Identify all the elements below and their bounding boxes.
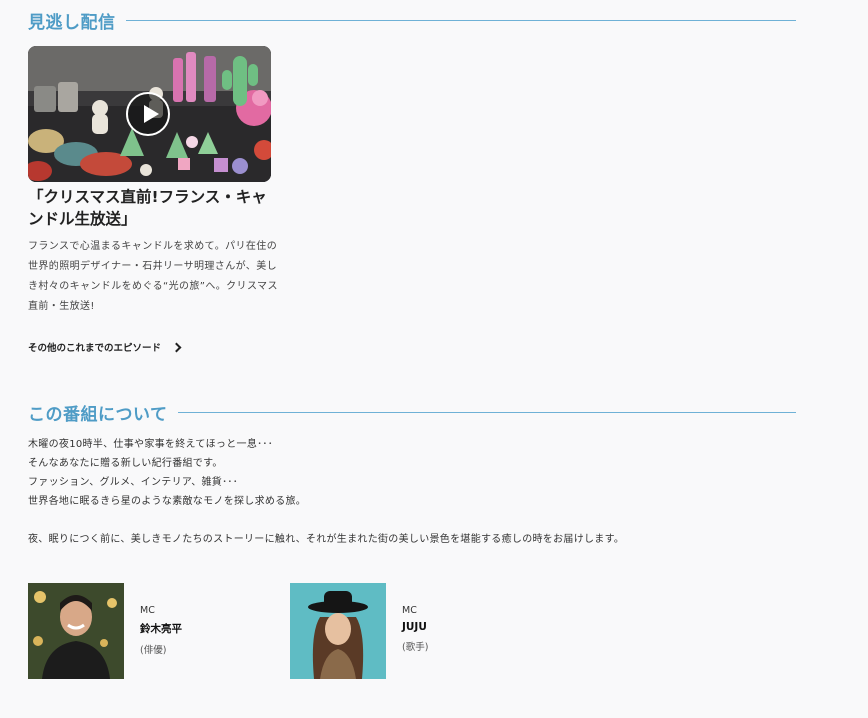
cast-name: JUJU <box>402 621 427 633</box>
episode-title[interactable]: 「クリスマス直前!フランス・キャンドル生放送」 <box>28 186 278 230</box>
heading-divider <box>177 412 796 413</box>
missed-section-heading: 見逃し配信 <box>28 8 796 33</box>
chevron-right-icon <box>171 342 182 353</box>
about-closing: 夜、眠りにつく前に、美しきモノたちのストーリーに触れ、それが生まれた街の美しい景… <box>28 534 625 545</box>
program-page: 見逃し配信 「クリスマス直前!フランス・キャンドル生放送」 フランスで心温まるキ… <box>0 0 868 718</box>
about-line: 木曜の夜10時半、仕事や家事を終えてほっと一息･･･ <box>28 439 274 450</box>
missed-section-title: 見逃し配信 <box>28 13 116 33</box>
cast-role: MC <box>140 605 155 616</box>
episode-thumbnail[interactable] <box>28 46 271 182</box>
about-text: 木曜の夜10時半、仕事や家事を終えてほっと一息･･･ そんなあなたに贈る新しい紀… <box>28 435 808 549</box>
about-line: 世界各地に眠るきら星のような素敵なモノを探し求める旅。 <box>28 496 307 507</box>
play-icon[interactable] <box>126 92 170 136</box>
heading-divider <box>125 20 796 21</box>
cast-info: MC 鈴木亮平 (俳優) <box>140 583 182 679</box>
other-episodes-link[interactable]: その他のこれまでのエピソード <box>28 340 182 354</box>
about-section-heading: この番組について <box>28 400 796 425</box>
cast-occupation: (歌手) <box>402 642 429 653</box>
cast-photo <box>28 583 124 679</box>
about-line: そんなあなたに贈る新しい紀行番組です。 <box>28 458 223 469</box>
cast-name: 鈴木亮平 <box>140 623 182 635</box>
episode-description: フランスで心温まるキャンドルを求めて。パリ在住の世界的照明デザイナー・石井リーサ… <box>28 241 278 312</box>
cast-card: MC JUJU (歌手) <box>290 583 428 679</box>
cast-role: MC <box>402 605 417 616</box>
about-section-title: この番組について <box>28 405 168 425</box>
cast-info: MC JUJU (歌手) <box>402 583 428 679</box>
about-line: ファッション、グルメ、インテリア、雑貨･･･ <box>28 477 238 488</box>
cast-photo <box>290 583 386 679</box>
other-episodes-label: その他のこれまでのエピソード <box>28 343 162 354</box>
cast-occupation: (俳優) <box>140 645 167 656</box>
cast-card: MC 鈴木亮平 (俳優) <box>28 583 182 679</box>
